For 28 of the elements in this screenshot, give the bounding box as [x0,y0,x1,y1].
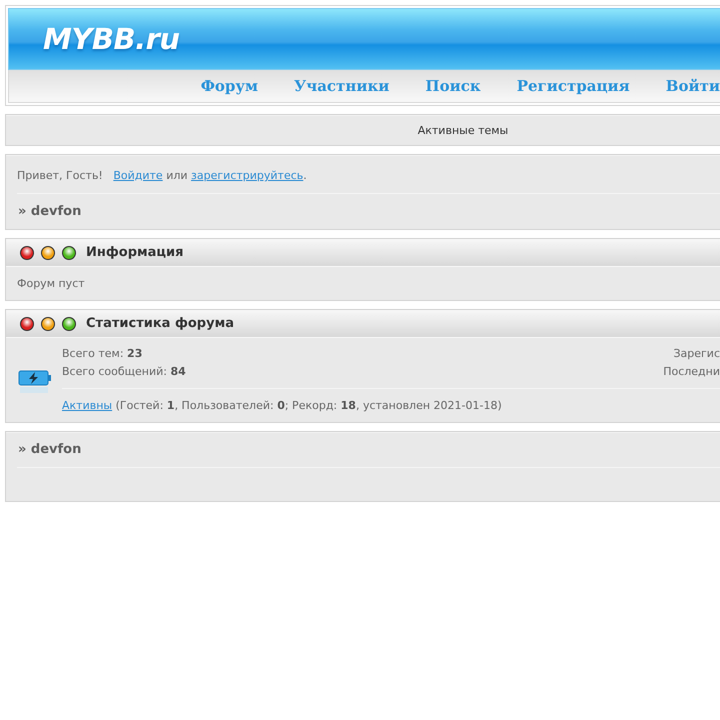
nav-link[interactable]: Войти [666,77,720,95]
stat-line: Всего тем: 23 [62,346,144,362]
nav-link[interactable]: Форум [200,77,258,95]
info-text: Форум пуст [16,276,86,292]
window-dot-icon [20,316,34,330]
window-dot-icon [41,316,55,330]
breadcrumb: » devfon [17,203,82,221]
login-link[interactable]: Войдите [113,169,163,182]
window-dot-icon [62,246,76,260]
breadcrumb: » devfon [17,441,82,459]
stat-line: Зарегис [673,346,720,362]
stat-line: Последни [663,364,720,380]
window-dot-icon [62,316,76,330]
register-link[interactable]: зарегистрируйтесь [191,169,304,182]
nav-link[interactable]: Участники [294,77,390,95]
active-topics-link[interactable]: Активные темы [418,124,508,136]
window-dot-icon [20,246,34,260]
panel-title: Статистика форума [86,316,234,331]
window-dot-icon [41,246,55,260]
nav-link[interactable]: Регистрация [516,77,630,95]
site-logo: MYBB.ru [43,22,180,56]
battery-icon [18,369,52,395]
stat-line: Всего сообщений: 84 [62,364,186,380]
welcome-text: Привет, Гость! Войдите или зарегистрируйтесь. [16,168,308,184]
panel-title: Информация [86,245,184,260]
nav-link[interactable]: Поиск [425,77,481,95]
active-users-link[interactable]: Активны [62,399,112,412]
online-text: Активны (Гостей: 1, Пользователей: 0; Рекорд: 18, установлен 2021-01-18) [62,399,503,412]
